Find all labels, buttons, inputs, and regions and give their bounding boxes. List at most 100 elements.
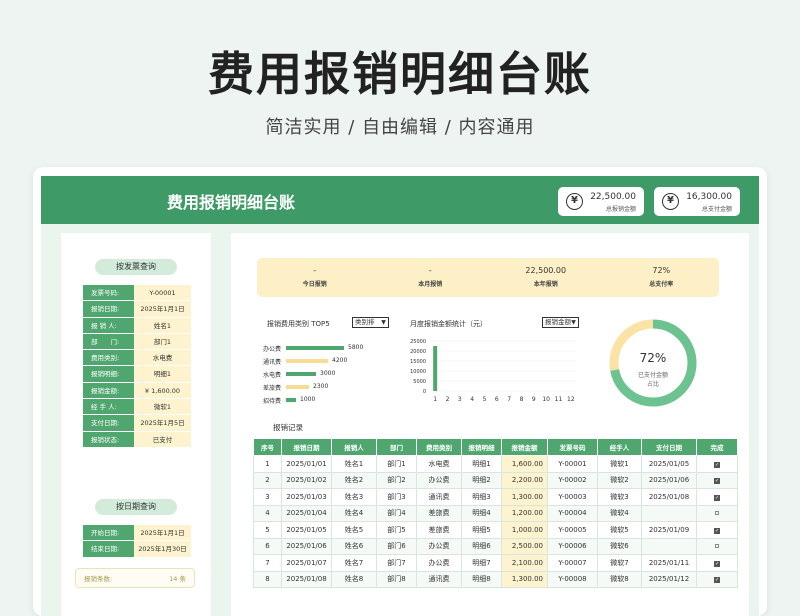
y-tick-label: 0 (423, 389, 426, 395)
table-row: 4 2025/01/04 姓名4 部门4 差旅费 明细4 1,200.00 Y-00004 微软… (253, 504, 738, 522)
table-cell: 姓名2 (331, 471, 377, 489)
done-cell[interactable]: ✓ (696, 488, 738, 506)
table-row: 1 2025/01/01 姓名1 部门1 水电费 明细1 1,600.00 Y-00001 微软… (253, 455, 738, 473)
form-field-value[interactable]: 明细1 (134, 366, 191, 382)
summary-label: 今日报销 (302, 281, 327, 288)
form-row: 报销日期: 2025年1月1日 (83, 301, 191, 318)
summary-value: - (313, 266, 317, 275)
column-header: 经手人 (597, 438, 642, 456)
form-field-value[interactable]: 已支付 (134, 431, 191, 447)
checkbox-icon[interactable]: ✓ (714, 478, 720, 485)
record-count-label: 报销条数: (84, 575, 113, 583)
table-cell: 明细7 (461, 554, 502, 572)
header-title: 费用报销明细台账 (167, 193, 296, 212)
checkbox-icon[interactable] (715, 544, 719, 549)
form-field-value[interactable]: ¥ 1,600.00 (134, 382, 191, 399)
date-query-form: 开始日期: 2025年1月1日 结束日期: 2025年1月30日 (83, 525, 191, 558)
form-field-value[interactable]: 微软1 (134, 399, 191, 415)
table-cell: Y-00002 (547, 471, 598, 489)
table-cell: Y-00007 (547, 554, 598, 572)
category-name: 招待费 (263, 398, 282, 405)
table-cell: 办公费 (416, 554, 462, 572)
category-bar (286, 385, 309, 389)
table-cell: 1 (253, 455, 282, 473)
column-header: 报销日期 (281, 438, 332, 456)
summary-cell: 72% 总支付率 (604, 258, 720, 297)
table-cell: Y-00001 (547, 455, 598, 473)
checkbox-icon[interactable]: ✓ (714, 560, 720, 567)
form-field-value[interactable]: 部门1 (134, 333, 191, 350)
form-row: 报销金额: ¥ 1,600.00 (83, 382, 191, 400)
checkbox-icon[interactable]: ✓ (714, 494, 720, 501)
category-sort-value: 类别排 (355, 318, 375, 326)
form-field-value[interactable]: 姓名1 (134, 317, 191, 333)
table-cell: 部门7 (376, 554, 417, 572)
done-cell[interactable]: ✓ (696, 471, 738, 489)
header-bar: 费用报销明细台账 ¥ 22,500.00 总报销金额 ¥ 16,300.00 总… (41, 176, 759, 224)
checkbox-icon[interactable]: ✓ (714, 527, 720, 534)
done-cell[interactable]: ✓ (696, 455, 738, 473)
chevron-down-icon: ▼ (571, 319, 576, 326)
category-sort-select[interactable]: 类别排 ▼ (352, 317, 389, 328)
category-name: 水电费 (263, 372, 282, 379)
form-field-value[interactable]: Y-00001 (134, 285, 191, 301)
form-field-label: 结束日期: (83, 541, 134, 557)
done-cell[interactable] (696, 504, 738, 522)
table-cell: 2,100.00 (501, 554, 548, 572)
table-cell: 办公费 (416, 471, 462, 489)
form-field-value[interactable]: 2025年1月5日 (134, 415, 191, 431)
column-header: 支付日期 (641, 438, 697, 456)
donut-label: 已支付金额 占比 (607, 371, 699, 389)
table-cell: 明细8 (461, 570, 502, 588)
table-cell (641, 504, 697, 522)
summary-cell: 22,500.00 本年报销 (488, 258, 604, 297)
form-field-value[interactable]: 水电费 (134, 350, 191, 366)
table-cell: 通讯费 (416, 488, 462, 506)
dashboard-panel: - 今日报销 - 本月报销 22,500.00 本年报销 72% 总支付率 报销费用类别 TO… (231, 233, 749, 616)
x-tick-label: 8 (520, 396, 524, 403)
form-field-label: 部 门: (83, 333, 134, 350)
table-cell: 1,200.00 (501, 504, 548, 522)
table-cell: 明细1 (461, 455, 502, 473)
table-row: 3 2025/01/03 姓名3 部门3 通讯费 明细3 1,300.00 Y-00003 微软… (253, 488, 738, 506)
invoice-query-form: 发票号码: Y-00001 报销日期: 2025年1月1日报 销 人: 姓名1 部 门: 部… (83, 285, 191, 448)
checkbox-icon[interactable]: ✓ (714, 577, 720, 584)
table-cell: 2025/01/06 (641, 471, 697, 489)
form-field-value[interactable]: 2025年1月30日 (134, 541, 191, 557)
table-cell: 1,000.00 (501, 521, 548, 539)
monthly-metric-value: 报销金额 (545, 318, 571, 326)
monthly-metric-select[interactable]: 报销金额 ▼ (542, 317, 579, 328)
checkbox-icon[interactable]: ✓ (714, 461, 720, 468)
form-row: 经 手 人: 微软1 (83, 399, 191, 416)
form-field-value[interactable]: 2025年1月1日 (134, 525, 191, 541)
done-cell[interactable]: ✓ (696, 554, 738, 572)
spreadsheet-frame: 费用报销明细台账 ¥ 22,500.00 总报销金额 ¥ 16,300.00 总… (33, 167, 767, 616)
category-name: 通讯费 (263, 359, 282, 366)
form-field-value[interactable]: 2025年1月1日 (134, 301, 191, 317)
done-cell[interactable] (696, 537, 738, 555)
summary-cell: - 今日报销 (257, 258, 373, 297)
table-cell: 4 (253, 504, 282, 522)
category-value: 3000 (320, 370, 336, 377)
table-cell: 微软5 (597, 521, 642, 539)
table-cell: 姓名5 (331, 521, 377, 539)
done-cell[interactable]: ✓ (696, 570, 738, 588)
done-cell[interactable]: ✓ (696, 521, 738, 539)
kpi-value: 16,300.00 (686, 192, 732, 202)
table-cell: 部门8 (376, 570, 417, 588)
table-cell: Y-00005 (547, 521, 598, 539)
form-row: 报销状态: 已支付 (83, 431, 191, 448)
form-row: 结束日期: 2025年1月30日 (83, 541, 191, 558)
y-tick-label: 10000 (410, 369, 426, 375)
table-cell: 2,500.00 (501, 537, 548, 555)
table-cell: 2025/01/03 (281, 488, 332, 506)
column-header: 部门 (376, 438, 417, 456)
table-cell: 2025/01/08 (641, 488, 697, 506)
checkbox-icon[interactable] (715, 511, 719, 516)
table-cell: 办公费 (416, 537, 462, 555)
form-row: 发票号码: Y-00001 (83, 285, 191, 302)
table-cell: 2025/01/07 (281, 554, 332, 572)
column-header: 完成 (696, 438, 738, 456)
table-cell: 姓名3 (331, 488, 377, 506)
summary-cell: - 本月报销 (373, 258, 489, 297)
